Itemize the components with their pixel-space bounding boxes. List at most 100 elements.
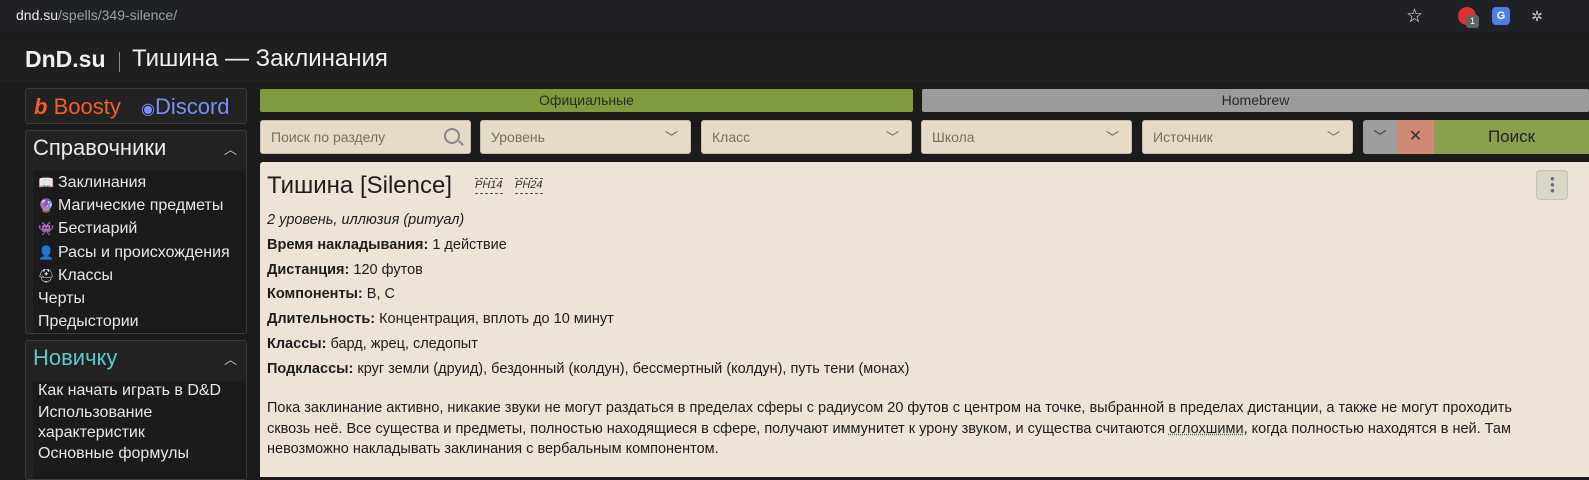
- boosty-label: Boosty: [53, 94, 121, 119]
- extension-badge: 1: [1466, 15, 1479, 28]
- donate-links: b Boosty ◉Discord: [25, 88, 247, 124]
- more-options-button[interactable]: ● ● ●: [1536, 170, 1568, 200]
- reference-panel: Справочники ︿ 📖 Заклинания 🔮 Магические пр…: [25, 130, 247, 334]
- collapse-chevron-icon[interactable]: ︿: [224, 139, 237, 158]
- page-title: Тишина — Заклинания: [132, 45, 388, 72]
- field-label: Классы:: [267, 335, 327, 352]
- spell-level-school: 2 уровень, иллюзия (ритуал): [267, 212, 465, 228]
- level-select[interactable]: Уровень ﹀: [480, 120, 691, 154]
- sidebar-item-label: Бестиарий: [58, 220, 138, 238]
- class-select-label: Класс: [712, 129, 751, 145]
- site-logo[interactable]: DnD.su: [25, 46, 106, 73]
- sidebar-item-label: Расы и происхождения: [58, 243, 230, 261]
- tab-homebrew[interactable]: Homebrew: [922, 89, 1589, 112]
- level-select-label: Уровень: [491, 129, 545, 145]
- field-value: 120 футов: [349, 261, 423, 278]
- newbie-panel-title[interactable]: Новичку: [33, 345, 117, 371]
- crystal-ball-icon: 🔮: [38, 198, 55, 214]
- field-label: Подклассы:: [267, 360, 354, 377]
- sidebar-item-abilities[interactable]: Использование характеристик: [33, 403, 223, 443]
- sidebar-item-label: Магические предметы: [58, 197, 224, 215]
- sidebar-item-spells[interactable]: 📖 Заклинания: [33, 171, 246, 194]
- reference-list: 📖 Заклинания 🔮 Магические предметы 👾 Бестиа…: [33, 171, 246, 333]
- sidebar-item-label: Заклинания: [58, 174, 147, 191]
- header-divider: [119, 52, 120, 72]
- sidebar-item-how-to-start[interactable]: Как начать играть в D&D: [33, 381, 246, 401]
- field-label: Компоненты:: [267, 286, 363, 303]
- newbie-list: Как начать играть в D&D Использование ха…: [33, 381, 246, 479]
- book-icon: 📖: [38, 175, 55, 190]
- bookmark-star-icon[interactable]: ☆: [1406, 5, 1423, 28]
- chevron-down-icon: ﹀: [1326, 130, 1340, 145]
- discord-label: Discord: [154, 94, 230, 119]
- section-search: [260, 120, 471, 154]
- site-header: DnD.su Тишина — Заклинания: [0, 40, 1589, 82]
- bug-extension-icon[interactable]: ✲: [1528, 7, 1546, 25]
- field-value: круг земли (друид), бездонный (колдун), …: [353, 360, 910, 377]
- section-search-input[interactable]: [261, 121, 470, 153]
- boosty-icon: b: [34, 94, 48, 119]
- sidebar-item-magic-items[interactable]: 🔮 Магические предметы: [33, 194, 246, 217]
- chevron-down-icon: ﹀: [664, 130, 678, 145]
- field-duration: Длительность: Концентрация, вплоть до 10…: [267, 309, 909, 334]
- field-value: В, С: [362, 286, 395, 303]
- sidebar-item-label: Черты: [38, 290, 85, 308]
- class-select[interactable]: Класс ﹀: [701, 120, 912, 154]
- browser-toolbar: dnd.su/spells/349-silence/ ☆ 1 G ✲: [0, 0, 1589, 32]
- discord-link[interactable]: ◉Discord: [141, 94, 230, 120]
- sidebar-item-feats[interactable]: Черты: [33, 287, 246, 310]
- spell-description: Пока заклинание активно, никакие звуки н…: [267, 398, 1557, 460]
- field-subclasses: Подклассы: круг земли (друид), бездонный…: [267, 359, 909, 384]
- boosty-link[interactable]: b Boosty: [34, 94, 121, 120]
- clear-filters-button[interactable]: ✕: [1397, 120, 1434, 154]
- source-badge-ph14[interactable]: PH14: [475, 178, 503, 194]
- sidebar-item-formulas[interactable]: Основные формулы: [33, 444, 246, 464]
- close-icon: ✕: [1408, 128, 1423, 145]
- chevron-down-icon: ﹀: [1105, 130, 1119, 145]
- collapse-chevron-icon[interactable]: ︿: [224, 349, 237, 368]
- address-bar[interactable]: dnd.su/spells/349-silence/: [16, 7, 177, 23]
- sidebar-item-label: Классы: [58, 266, 114, 284]
- discord-icon: ◉: [141, 101, 155, 118]
- sidebar-item-backgrounds[interactable]: Предыстории: [33, 310, 246, 333]
- chevron-down-icon: ﹀: [1373, 129, 1387, 144]
- translate-extension-icon[interactable]: G: [1492, 7, 1510, 25]
- source-badge-ph24[interactable]: PH24: [515, 178, 543, 194]
- chevron-down-icon: ﹀: [885, 130, 899, 145]
- field-classes: Классы: бард, жрец, следопыт: [267, 334, 909, 359]
- url-host: dnd.su: [16, 7, 59, 23]
- field-label: Длительность:: [267, 311, 376, 328]
- field-label: Время накладывания:: [267, 236, 429, 253]
- reference-panel-title[interactable]: Справочники: [33, 135, 166, 161]
- field-range: Дистанция: 120 футов: [267, 260, 909, 285]
- field-value: бард, жрец, следопыт: [326, 335, 478, 352]
- field-components: Компоненты: В, С: [267, 284, 909, 309]
- sidebar-item-classes[interactable]: ⛑ Классы: [33, 264, 246, 287]
- newbie-panel: Новичку ︿ Как начать играть в D&D Исполь…: [25, 340, 247, 480]
- field-label: Дистанция:: [267, 261, 350, 278]
- sidebar-item-label: Предыстории: [38, 313, 139, 331]
- search-icon: [444, 128, 460, 144]
- field-value: 1 действие: [428, 236, 507, 253]
- search-button[interactable]: Поиск: [1434, 120, 1589, 154]
- school-select-label: Школа: [932, 129, 975, 145]
- school-select[interactable]: Школа ﹀: [921, 120, 1132, 154]
- spell-title: Тишина [Silence]: [267, 172, 452, 199]
- helmet-icon: ⛑: [38, 267, 55, 283]
- monster-icon: 👾: [38, 221, 55, 237]
- source-select-label: Источник: [1153, 129, 1213, 145]
- field-value: Концентрация, вплоть до 10 минут: [375, 311, 614, 328]
- person-icon: 👤: [38, 244, 55, 260]
- spell-card: Тишина [Silence] PH14 PH24 ● ● ● 2 уровень…: [260, 162, 1589, 477]
- sidebar-item-races[interactable]: 👤 Расы и происхождения: [33, 241, 246, 264]
- url-path: /spells/349-silence/: [58, 7, 178, 23]
- sidebar-item-bestiary[interactable]: 👾 Бестиарий: [33, 217, 246, 240]
- source-select[interactable]: Источник ﹀: [1142, 120, 1353, 154]
- tab-official[interactable]: Официальные: [260, 89, 913, 112]
- vertical-dots-icon: ● ● ●: [1550, 174, 1555, 195]
- spell-meta: 2 уровень, иллюзия (ритуал) Время наклад…: [267, 210, 909, 384]
- deafened-condition-link[interactable]: оглохшими: [1169, 421, 1244, 437]
- field-casting-time: Время накладывания: 1 действие: [267, 235, 909, 260]
- extension-shield-icon[interactable]: 1: [1458, 7, 1479, 28]
- more-filters-button[interactable]: ﹀: [1363, 120, 1397, 154]
